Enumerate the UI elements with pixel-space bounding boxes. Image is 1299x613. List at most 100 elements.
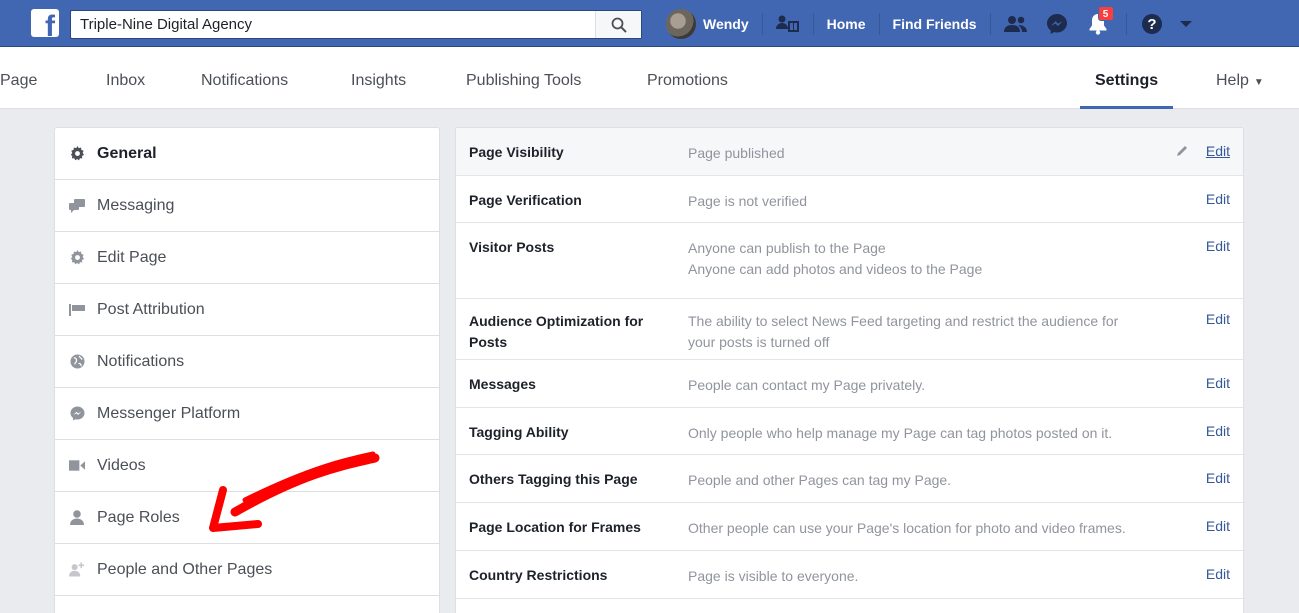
profile-link[interactable]: Wendy — [703, 16, 749, 32]
sidebar-item-people-and-other-pages[interactable]: People and Other Pages — [55, 544, 439, 596]
top-bar: f Wendy Home Find Friends — [0, 0, 1299, 47]
edit-link[interactable]: Edit — [1206, 143, 1230, 159]
sidebar-item-label: Notifications — [97, 352, 185, 370]
sidebar-item-videos[interactable]: Videos — [55, 440, 439, 492]
settings-row-audience-optimization[interactable]: Audience Optimization for Posts The abil… — [456, 299, 1243, 360]
sidebar-item-page-roles[interactable]: Page Roles — [55, 492, 439, 544]
setting-value-line: The ability to select News Feed targetin… — [688, 313, 1119, 329]
people-pages-icon[interactable] — [775, 14, 800, 34]
setting-value: People and other Pages can tag my Page. — [688, 472, 952, 488]
setting-label-line: Audience Optimization for — [469, 313, 644, 329]
tab-help-label: Help — [1216, 72, 1249, 89]
search-icon — [611, 17, 627, 33]
facebook-logo[interactable]: f — [31, 9, 59, 37]
setting-label: Page Verification — [469, 192, 582, 208]
tab-page[interactable]: Page — [0, 47, 37, 109]
setting-value: Only people who help manage my Page can … — [688, 425, 1113, 441]
edit-link[interactable]: Edit — [1206, 470, 1230, 486]
settings-row-tagging-ability[interactable]: Tagging Ability Only people who help man… — [456, 408, 1243, 455]
tab-promotions[interactable]: Promotions — [647, 47, 728, 109]
flag-icon — [69, 302, 85, 318]
divider — [878, 12, 880, 35]
tab-publishing-tools[interactable]: Publishing Tools — [466, 47, 581, 109]
video-camera-icon — [69, 458, 85, 474]
person-icon — [69, 510, 85, 526]
settings-row-page-visibility[interactable]: Page Visibility Page published Edit — [456, 128, 1243, 176]
sidebar-item-label: People and Other Pages — [97, 560, 273, 578]
svg-text:?: ? — [1147, 16, 1156, 33]
settings-row-others-tagging[interactable]: Others Tagging this Page People and othe… — [456, 455, 1243, 503]
setting-value-line: your posts is turned off — [688, 334, 830, 350]
sidebar-item-post-attribution[interactable]: Post Attribution — [55, 284, 439, 336]
account-menu-icon[interactable] — [1179, 19, 1193, 29]
sidebar-item-general[interactable]: General — [55, 128, 439, 180]
settings-row-country-restrictions[interactable]: Country Restrictions Page is visible to … — [456, 551, 1243, 599]
setting-label: Page Visibility — [469, 144, 564, 160]
divider — [989, 12, 991, 35]
setting-label: Others Tagging this Page — [469, 471, 638, 487]
sidebar-item-label: Edit Page — [97, 248, 167, 266]
setting-label-line: Posts — [469, 334, 508, 350]
gear-icon — [69, 146, 85, 162]
setting-label: Messages — [469, 376, 536, 392]
sidebar-item-label: Page Roles — [97, 508, 180, 526]
setting-label: Country Restrictions — [469, 567, 608, 583]
edit-link[interactable]: Edit — [1206, 191, 1230, 207]
divider — [812, 12, 814, 35]
setting-value: People can contact my Page privately. — [688, 377, 926, 393]
settings-row-page-verification[interactable]: Page Verification Page is not verified E… — [456, 176, 1243, 223]
sidebar-item-label: Messaging — [97, 196, 175, 214]
edit-link[interactable]: Edit — [1206, 238, 1230, 254]
chat-bubbles-icon — [69, 198, 85, 214]
tab-notifications[interactable]: Notifications — [201, 47, 288, 109]
edit-link[interactable]: Edit — [1206, 311, 1230, 327]
setting-label: Tagging Ability — [469, 424, 569, 440]
tab-settings[interactable]: Settings — [1080, 47, 1174, 109]
edit-link[interactable]: Edit — [1206, 566, 1230, 582]
help-icon[interactable]: ? — [1141, 13, 1163, 35]
search-box — [70, 10, 642, 39]
sidebar-item-messenger-platform[interactable]: Messenger Platform — [55, 388, 439, 440]
setting-value: The ability to select News Feed targetin… — [688, 311, 1178, 353]
settings-row-messages[interactable]: Messages People can contact my Page priv… — [456, 360, 1243, 408]
gear-icon — [69, 250, 85, 266]
edit-link[interactable]: Edit — [1206, 423, 1230, 439]
setting-value: Page is visible to everyone. — [688, 568, 859, 584]
setting-value: Page published — [688, 145, 785, 161]
messenger-icon — [69, 406, 85, 422]
friend-requests-icon[interactable] — [1003, 15, 1028, 33]
sidebar-item-edit-page[interactable]: Edit Page — [55, 232, 439, 284]
setting-label: Visitor Posts — [469, 239, 555, 255]
caret-down-icon: ▼ — [1253, 77, 1264, 88]
edit-link[interactable]: Edit — [1206, 375, 1230, 391]
general-settings-panel: Page Visibility Page published Edit Page… — [455, 127, 1244, 613]
sidebar-item-label: Post Attribution — [97, 300, 205, 318]
home-link[interactable]: Home — [827, 16, 866, 32]
settings-row-page-location-frames[interactable]: Page Location for Frames Other people ca… — [456, 503, 1243, 551]
search-button[interactable] — [595, 11, 641, 38]
avatar[interactable] — [666, 8, 696, 39]
sidebar-item-notifications[interactable]: Notifications — [55, 336, 439, 388]
find-friends-link[interactable]: Find Friends — [893, 16, 977, 32]
sidebar-item-label: Messenger Platform — [97, 404, 241, 422]
settings-row-visitor-posts[interactable]: Visitor Posts Anyone can publish to the … — [456, 223, 1243, 299]
tab-insights[interactable]: Insights — [351, 47, 406, 109]
notification-badge: 5 — [1097, 5, 1114, 21]
setting-value: Page is not verified — [688, 193, 808, 209]
person-add-icon — [69, 562, 85, 578]
pencil-icon — [1177, 146, 1187, 156]
tab-inbox[interactable]: Inbox — [106, 47, 145, 109]
sidebar-item-label: Videos — [97, 456, 146, 474]
setting-label: Audience Optimization for Posts — [469, 311, 674, 353]
sidebar-item-label: General — [97, 144, 157, 162]
setting-value: Other people can use your Page's locatio… — [688, 520, 1126, 536]
tab-help[interactable]: Help ▼ — [1216, 47, 1264, 109]
sidebar-item-messaging[interactable]: Messaging — [55, 180, 439, 232]
notifications-icon[interactable]: 5 — [1088, 5, 1114, 35]
search-input[interactable] — [71, 11, 601, 38]
messenger-icon[interactable] — [1046, 13, 1068, 35]
edit-link[interactable]: Edit — [1206, 518, 1230, 534]
divider — [1125, 12, 1127, 35]
divider — [761, 12, 763, 35]
top-nav: Wendy Home Find Friends 5 ? — [666, 0, 1193, 47]
